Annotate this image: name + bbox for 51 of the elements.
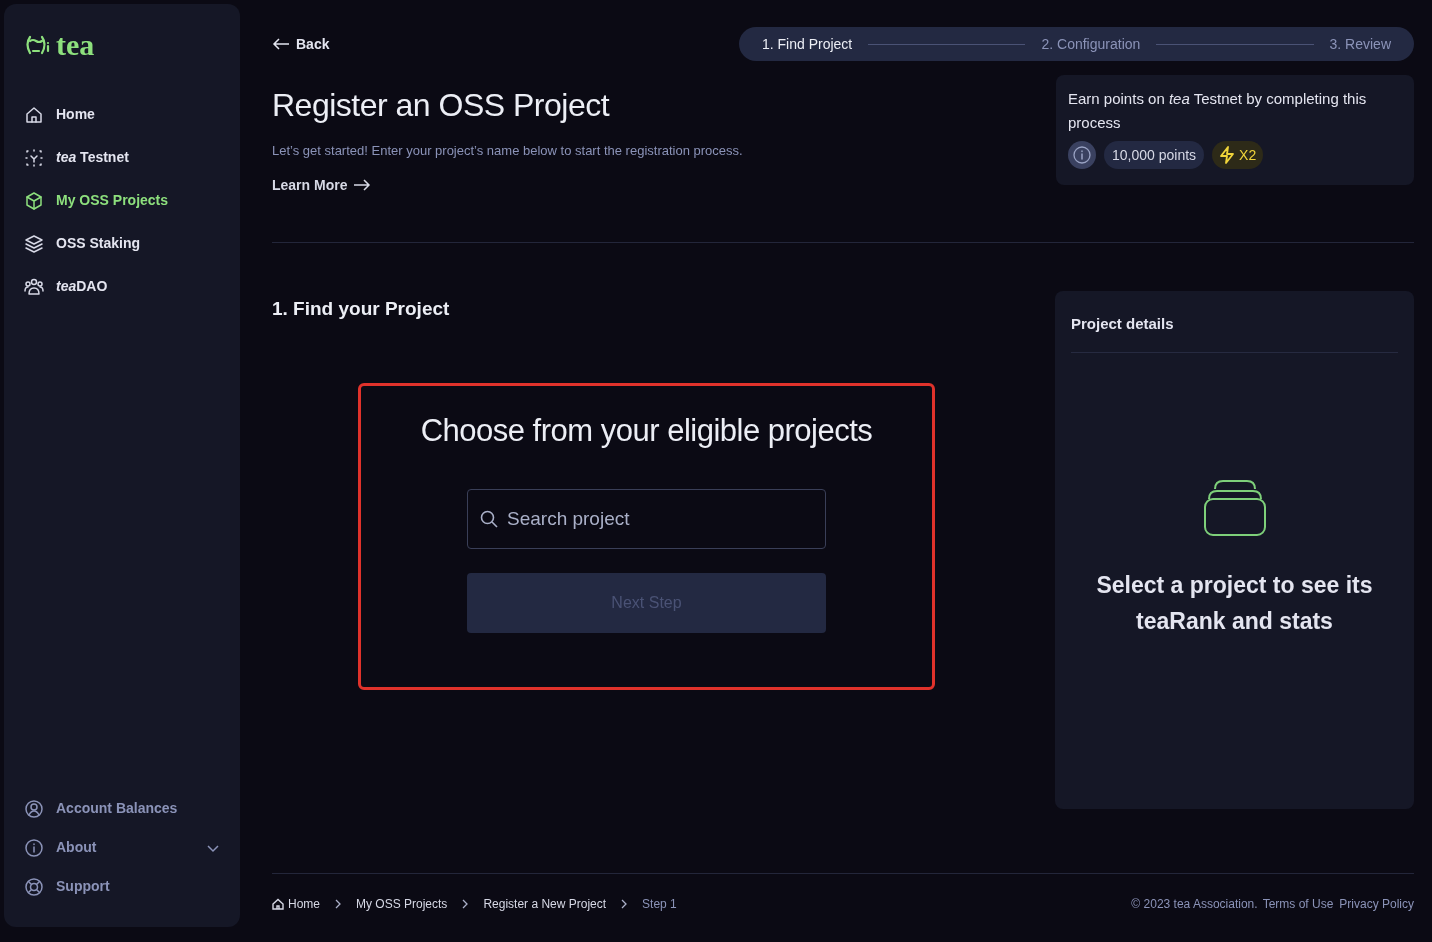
copyright-text: © 2023 tea Association. — [1131, 896, 1258, 913]
people-icon — [24, 276, 44, 297]
layers-icon — [24, 233, 44, 254]
logo-text[interactable]: tea — [56, 30, 95, 60]
section-title: 1. Find your Project — [272, 296, 451, 321]
chevron-right-icon — [334, 899, 342, 909]
user-icon — [24, 798, 44, 819]
breadcrumb-link[interactable]: Register a New Project — [483, 895, 607, 913]
arrow-right-icon — [353, 178, 372, 192]
footer-link[interactable]: Terms of Use — [1262, 895, 1334, 913]
nav-item[interactable]: My OSS Projects — [24, 190, 220, 211]
breadcrumb-link[interactable]: My OSS Projects — [356, 895, 448, 913]
learn-more-link[interactable]: Learn More — [272, 174, 372, 196]
nav-item[interactable]: OSS Staking — [24, 233, 220, 254]
chevron-right-icon — [461, 899, 470, 909]
nav-item[interactable]: About — [24, 837, 220, 858]
search-icon — [480, 509, 498, 528]
stack-icon — [1202, 479, 1267, 537]
search-field[interactable]: Search project — [467, 488, 826, 549]
back-link[interactable]: Back — [272, 33, 330, 55]
chooser-title: Choose from your eligible projects — [420, 412, 873, 450]
arrow-left-icon — [272, 37, 290, 51]
nav-item[interactable]: tea Testnet — [24, 147, 220, 168]
info-icon — [24, 837, 44, 858]
nav-item[interactable]: Account Balances — [24, 798, 220, 819]
lifebuoy-icon — [24, 876, 44, 897]
home-icon — [24, 104, 44, 125]
chevron-right-icon — [620, 899, 629, 909]
scan-icon — [24, 147, 44, 168]
cube-icon — [24, 190, 44, 211]
nav-item[interactable]: Home — [24, 104, 220, 125]
breadcrumb-link[interactable]: Step 1 — [642, 895, 677, 913]
multiplier-badge: X2 — [1212, 141, 1264, 169]
step-label[interactable]: 3. Review — [1329, 33, 1391, 55]
info-icon[interactable] — [1068, 141, 1096, 169]
logo-icon — [24, 34, 52, 56]
nav-item[interactable]: Support — [24, 876, 220, 897]
points-badge: 10,000 points — [1104, 141, 1205, 169]
step-label[interactable]: 2. Configuration — [1041, 33, 1141, 55]
breadcrumb-link[interactable]: Home — [272, 895, 320, 913]
page-title: Register an OSS Project — [272, 89, 611, 121]
home-icon — [272, 898, 284, 910]
step-label[interactable]: 1. Find Project — [762, 33, 853, 55]
page-subtitle: Let’s get started! Enter your project’s name below to start the registration process. — [272, 142, 743, 160]
empty-state-text: Select a project to see its teaRank and stats — [1095, 571, 1374, 636]
nav-item[interactable]: teaDAO — [24, 276, 220, 297]
panel-title: Project details — [1071, 313, 1175, 334]
points-text: Earn points on tea Testnet by completing this process — [1068, 89, 1368, 133]
footer-link[interactable]: Privacy Policy — [1339, 895, 1414, 913]
lightning-icon — [1219, 146, 1236, 164]
chevron-down-icon — [206, 842, 220, 853]
